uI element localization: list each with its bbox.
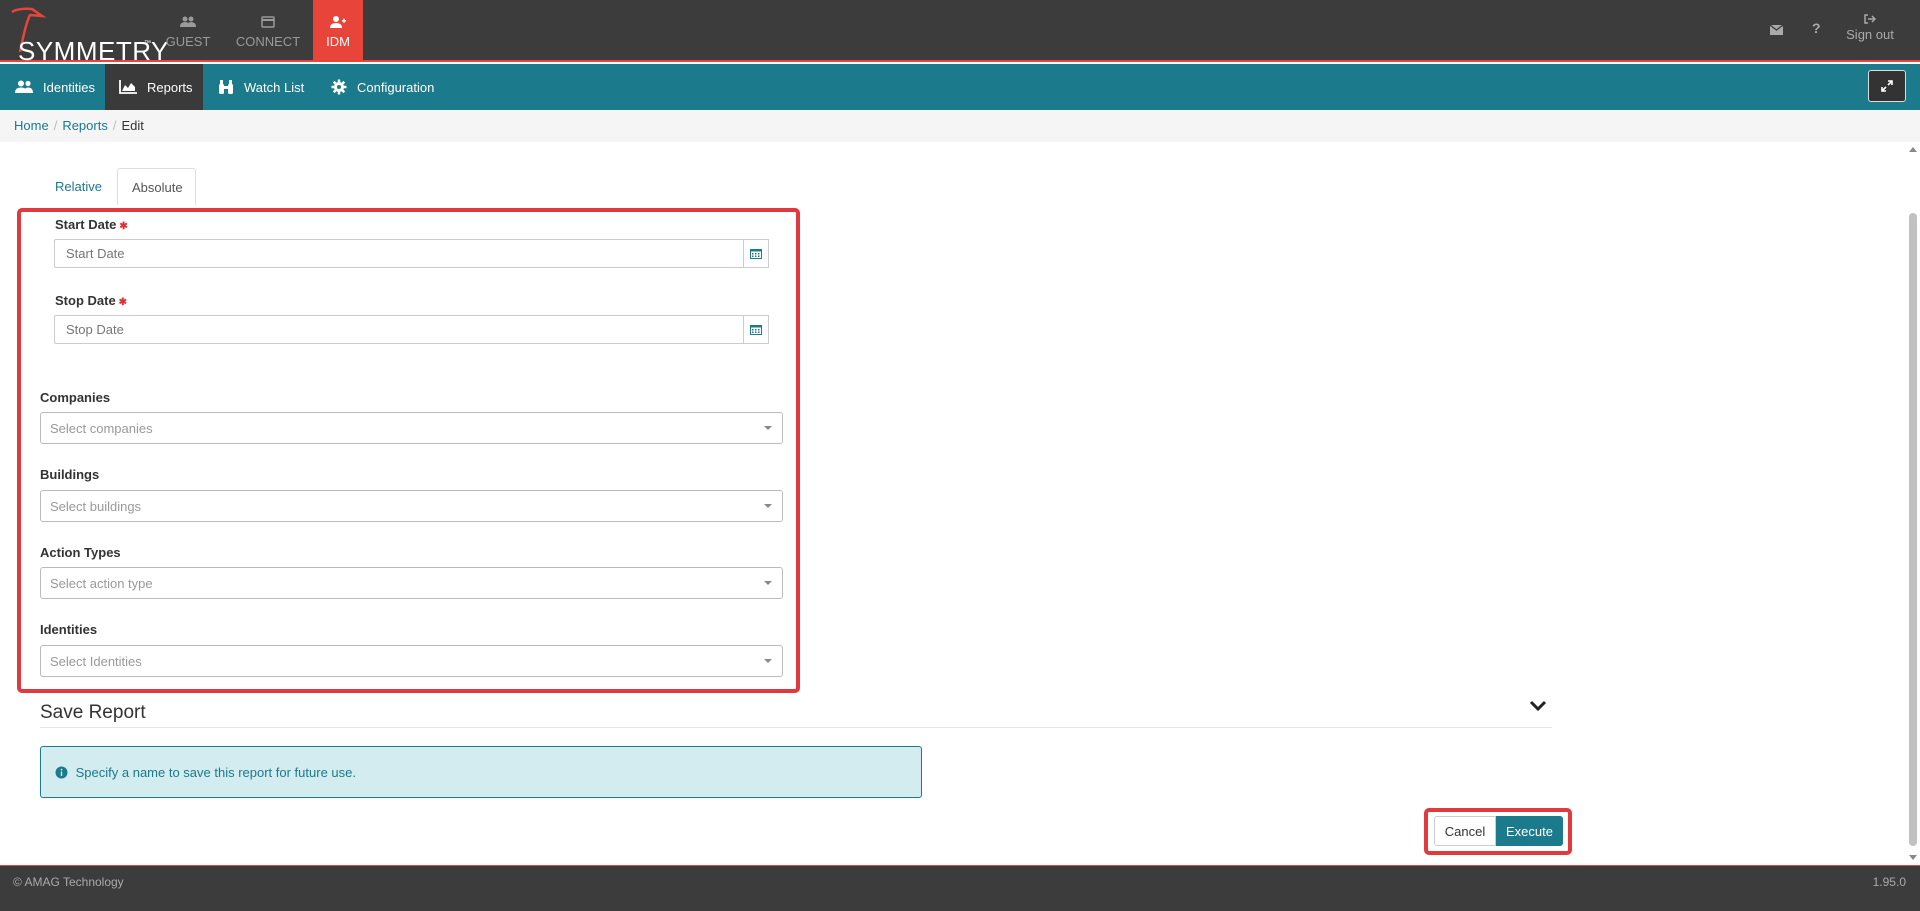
breadcrumb-current: Edit bbox=[121, 118, 144, 133]
action-types-placeholder: Select action type bbox=[50, 576, 153, 591]
module-label: GUEST bbox=[165, 34, 211, 49]
stop-date-label: Stop Date ✱ bbox=[55, 293, 128, 308]
required-icon: ✱ bbox=[118, 297, 128, 308]
nav-label: Watch List bbox=[244, 79, 305, 95]
buildings-label: Buildings bbox=[40, 467, 100, 482]
gear-icon bbox=[331, 79, 347, 95]
nav-label: Configuration bbox=[357, 79, 435, 95]
card-icon bbox=[230, 16, 306, 30]
version-text: 1.95.0 bbox=[1872, 875, 1906, 889]
breadcrumb-separator: / bbox=[112, 118, 117, 133]
sign-out-button[interactable]: Sign out bbox=[1844, 14, 1896, 42]
stop-date-calendar-button[interactable] bbox=[744, 315, 769, 344]
help-icon[interactable]: ? bbox=[1812, 20, 1821, 36]
action-types-label: Action Types bbox=[40, 545, 121, 560]
filters-highlight-box bbox=[17, 208, 800, 693]
required-icon: ✱ bbox=[119, 221, 128, 232]
nav-label: Identities bbox=[43, 79, 96, 95]
module-label: CONNECT bbox=[235, 34, 301, 49]
stop-date-input[interactable] bbox=[54, 315, 744, 344]
caret-down-icon bbox=[764, 426, 772, 430]
info-text: Specify a name to save this report for f… bbox=[75, 765, 356, 780]
identities-placeholder: Select Identities bbox=[50, 654, 142, 669]
module-idm[interactable]: IDM bbox=[313, 0, 363, 60]
main-nav: Identities Reports Watch List Configurat… bbox=[0, 64, 1920, 110]
tab-relative[interactable]: Relative bbox=[41, 168, 116, 205]
breadcrumb-home[interactable]: Home bbox=[14, 118, 49, 133]
cancel-button[interactable]: Cancel bbox=[1434, 816, 1496, 846]
module-label: IDM bbox=[326, 34, 350, 49]
buildings-placeholder: Select buildings bbox=[50, 499, 142, 514]
start-date-input[interactable] bbox=[54, 239, 744, 268]
envelope-icon[interactable] bbox=[1769, 22, 1784, 38]
area-chart-icon bbox=[119, 80, 137, 94]
action-types-select[interactable]: Select action type bbox=[40, 567, 783, 599]
section-divider bbox=[40, 727, 1552, 728]
expand-icon bbox=[1881, 80, 1893, 92]
caret-down-icon bbox=[764, 581, 772, 585]
scroll-down-arrow-icon[interactable] bbox=[1909, 855, 1917, 860]
caret-down-icon bbox=[764, 659, 772, 663]
caret-down-icon bbox=[764, 504, 772, 508]
module-connect[interactable]: CONNECT bbox=[230, 0, 306, 60]
breadcrumb-reports[interactable]: Reports bbox=[62, 118, 108, 133]
save-report-info-alert: Specify a name to save this report for f… bbox=[40, 746, 922, 798]
identities-label: Identities bbox=[40, 622, 98, 637]
module-guest[interactable]: GUEST bbox=[158, 0, 218, 60]
nav-item-watch-list[interactable]: Watch List bbox=[203, 64, 317, 110]
execute-button[interactable]: Execute bbox=[1496, 816, 1563, 846]
breadcrumb-separator: / bbox=[53, 118, 58, 133]
nav-item-reports[interactable]: Reports bbox=[105, 64, 203, 110]
user-plus-icon bbox=[313, 16, 363, 30]
scrollbar-thumb[interactable] bbox=[1909, 213, 1917, 846]
breadcrumb: Home / Reports / Edit bbox=[0, 110, 1920, 142]
sign-out-icon bbox=[1864, 14, 1876, 24]
symmetry-logo[interactable]: SYMMETRY ™ bbox=[6, 6, 168, 66]
nav-item-identities[interactable]: Identities bbox=[0, 64, 104, 110]
info-circle-icon bbox=[55, 766, 68, 779]
logo-trademark: ™ bbox=[144, 40, 151, 47]
fullscreen-button[interactable] bbox=[1868, 70, 1906, 102]
companies-placeholder: Select companies bbox=[50, 421, 153, 436]
copyright-text: © AMAG Technology bbox=[13, 875, 124, 889]
users-icon bbox=[158, 16, 218, 30]
start-date-label: Start Date ✱ bbox=[55, 217, 128, 232]
chevron-down-icon[interactable] bbox=[1529, 700, 1547, 712]
tab-absolute[interactable]: Absolute bbox=[117, 168, 196, 205]
identities-select[interactable]: Select Identities bbox=[40, 645, 783, 677]
companies-select[interactable]: Select companies bbox=[40, 412, 783, 444]
sign-out-label: Sign out bbox=[1846, 27, 1894, 42]
companies-label: Companies bbox=[40, 390, 111, 405]
save-report-heading: Save Report bbox=[40, 702, 146, 723]
nav-item-configuration[interactable]: Configuration bbox=[317, 64, 451, 110]
start-date-calendar-button[interactable] bbox=[744, 239, 769, 268]
top-bar: SYMMETRY ™ GUEST CONNECT IDM ? Sign out bbox=[0, 0, 1920, 66]
users-icon bbox=[15, 80, 33, 93]
calendar-icon bbox=[750, 325, 762, 335]
calendar-icon bbox=[750, 249, 762, 259]
scroll-up-arrow-icon[interactable] bbox=[1909, 147, 1917, 152]
footer: © AMAG Technology 1.95.0 bbox=[0, 865, 1920, 911]
nav-label: Reports bbox=[147, 79, 193, 95]
binoculars-icon bbox=[219, 80, 233, 94]
buildings-select[interactable]: Select buildings bbox=[40, 490, 783, 522]
